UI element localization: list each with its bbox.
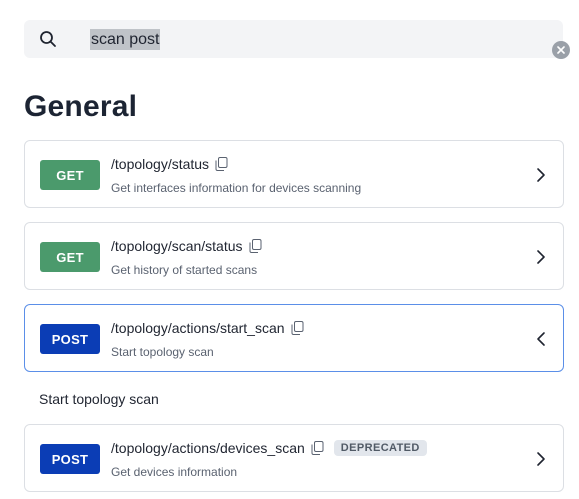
endpoint-path: /topology/status xyxy=(111,156,210,172)
copy-icon[interactable] xyxy=(311,441,324,455)
endpoint-description: Get history of started scans xyxy=(111,263,258,277)
endpoint-path: /topology/actions/start_scan xyxy=(111,320,285,336)
search-input[interactable]: scan post xyxy=(90,29,161,50)
copy-icon[interactable] xyxy=(215,157,228,171)
method-badge: GET xyxy=(40,242,100,272)
method-badge: POST xyxy=(40,324,100,354)
copy-icon[interactable] xyxy=(249,239,262,253)
deprecated-badge: DEPRECATED xyxy=(333,440,427,456)
section-title: General xyxy=(24,90,138,123)
endpoint-description: Get devices information xyxy=(111,465,238,479)
search-icon xyxy=(40,31,56,47)
endpoint-path: /topology/actions/devices_scan xyxy=(111,440,305,456)
endpoint-path: /topology/scan/status xyxy=(111,238,243,254)
search-bar[interactable]: scan post xyxy=(24,20,570,59)
method-badge: GET xyxy=(40,160,100,190)
endpoint-row[interactable]: POST /topology/actions/devices_scan DEPR… xyxy=(24,424,564,492)
endpoint-row[interactable]: GET /topology/scan/status Get history of… xyxy=(24,222,564,290)
chevron-left-icon[interactable] xyxy=(536,331,546,347)
chevron-right-icon[interactable] xyxy=(536,249,546,265)
endpoint-description: Start topology scan xyxy=(111,345,214,359)
clear-icon[interactable] xyxy=(552,41,570,59)
endpoint-row[interactable]: GET /topology/status Get interfaces info… xyxy=(24,140,564,208)
expanded-description: Start topology scan xyxy=(39,391,159,407)
endpoint-description: Get interfaces information for devices s… xyxy=(111,181,362,195)
endpoint-row-expanded[interactable]: POST /topology/actions/start_scan Start … xyxy=(24,304,564,372)
chevron-right-icon[interactable] xyxy=(536,167,546,183)
copy-icon[interactable] xyxy=(291,321,304,335)
method-badge: POST xyxy=(40,444,100,474)
chevron-right-icon[interactable] xyxy=(536,451,546,467)
